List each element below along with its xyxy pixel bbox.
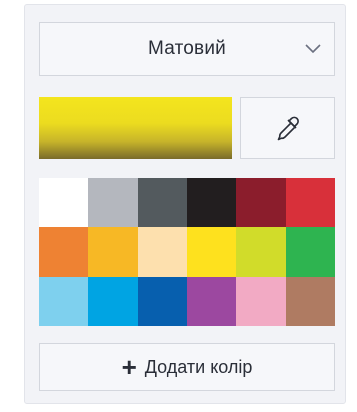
color-swatch[interactable] [39, 276, 89, 326]
color-swatch[interactable] [88, 227, 138, 277]
color-swatch[interactable] [186, 178, 237, 228]
color-swatch[interactable] [137, 178, 187, 228]
chevron-down-icon [305, 44, 321, 54]
add-color-label: Додати колір [144, 357, 253, 377]
color-swatch[interactable] [236, 227, 286, 277]
color-swatch[interactable] [186, 276, 237, 326]
finish-dropdown[interactable]: Матовий [39, 22, 335, 76]
color-swatch[interactable] [285, 178, 335, 228]
color-swatch[interactable] [285, 276, 335, 326]
color-swatch[interactable] [137, 276, 187, 326]
color-swatch[interactable] [137, 227, 187, 277]
eyedropper-icon [277, 116, 299, 141]
plus-icon: + [121, 352, 137, 382]
eyedropper-button[interactable] [240, 97, 335, 159]
color-swatch[interactable] [88, 178, 138, 228]
color-swatch[interactable] [236, 178, 286, 228]
color-palette [39, 178, 335, 326]
color-swatch[interactable] [285, 227, 335, 277]
color-swatch[interactable] [39, 178, 89, 228]
add-color-button[interactable]: + Додати колір [39, 343, 335, 391]
color-swatch[interactable] [186, 227, 237, 277]
color-swatch[interactable] [88, 276, 138, 326]
color-swatch[interactable] [39, 227, 89, 277]
finish-dropdown-value: Матовий [148, 38, 226, 59]
color-swatch[interactable] [236, 276, 286, 326]
current-color-preview [39, 97, 232, 159]
color-panel: Матовий + Додати колір [24, 4, 346, 404]
